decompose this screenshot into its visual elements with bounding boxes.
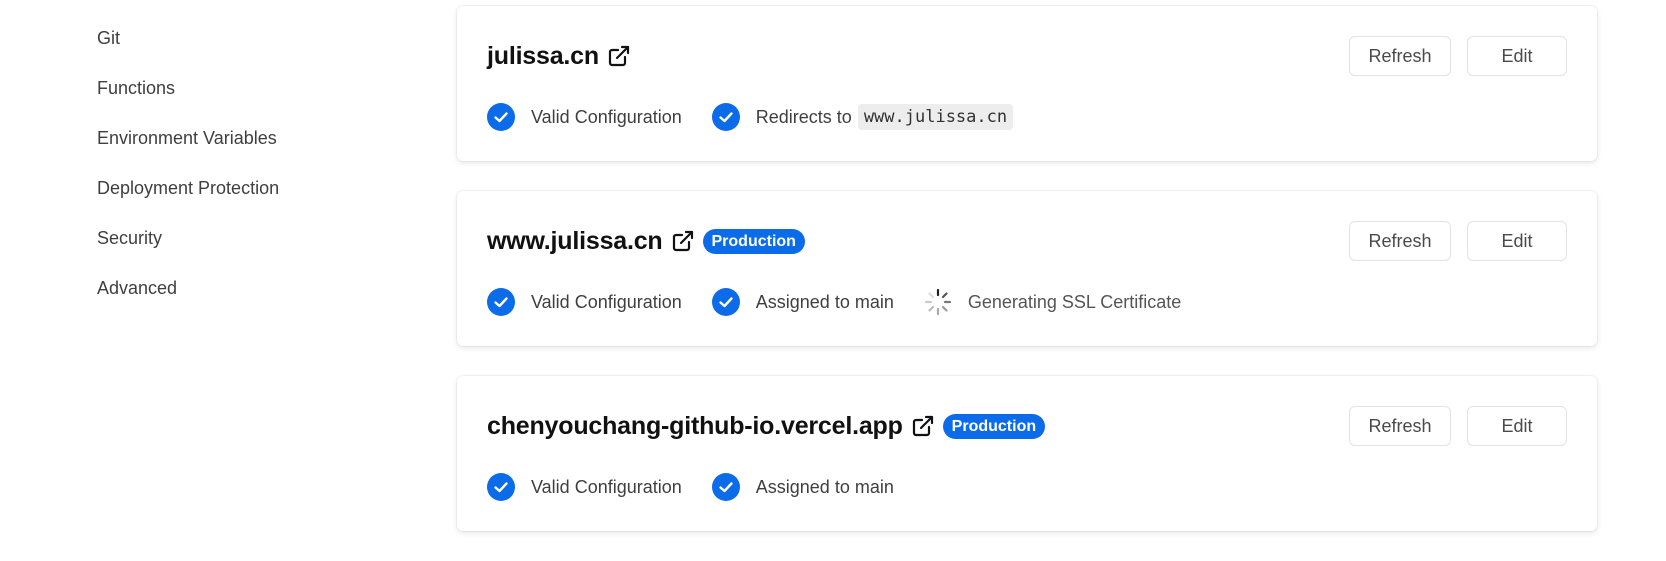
status-row: Valid Configuration Redirects to www.jul… [487, 101, 1043, 133]
sidebar-item-deployment-protection[interactable]: Deployment Protection [97, 174, 397, 224]
sidebar-item-security[interactable]: Security [97, 224, 397, 274]
check-circle-icon [487, 288, 515, 316]
check-circle-icon [487, 473, 515, 501]
domain-name: www.julissa.cn [487, 226, 663, 255]
check-circle-icon [711, 103, 740, 131]
edit-button[interactable]: Edit [1467, 36, 1567, 76]
status-row: Valid Configuration Assigned to main [487, 471, 924, 503]
sidebar-item-functions[interactable]: Functions [97, 74, 397, 124]
redirect-target: www.julissa.cn [857, 104, 1014, 130]
status-item: Assigned to main [711, 473, 894, 501]
external-link-icon[interactable] [911, 414, 935, 438]
edit-button[interactable]: Edit [1467, 406, 1567, 446]
refresh-button[interactable]: Refresh [1349, 36, 1451, 76]
domain-card-header: www.julissa.cn Production [487, 221, 805, 261]
check-circle-icon [487, 103, 515, 131]
domains-list: julissa.cn Refresh Edit Valid Configurat… [457, 6, 1597, 561]
production-badge: Production [702, 228, 805, 254]
domain-card: www.julissa.cn Production Refresh Edit V… [457, 191, 1597, 346]
status-label: Valid Configuration [531, 106, 682, 127]
status-label: Assigned to main [755, 291, 894, 312]
status-label: Redirects to [755, 106, 852, 127]
domain-card: chenyouchang-github-io.vercel.app Produc… [457, 376, 1597, 531]
status-item: Valid Configuration [487, 288, 682, 316]
domain-card: julissa.cn Refresh Edit Valid Configurat… [457, 6, 1597, 161]
status-item: Valid Configuration [487, 103, 682, 131]
settings-sidebar: Git Functions Environment Variables Depl… [97, 24, 397, 324]
sidebar-item-environment-variables[interactable]: Environment Variables [97, 124, 397, 174]
status-label: Generating SSL Certificate [967, 291, 1182, 312]
domain-actions: Refresh Edit [1349, 406, 1567, 446]
status-item: Valid Configuration [487, 473, 682, 501]
external-link-icon[interactable] [607, 44, 631, 68]
refresh-button[interactable]: Refresh [1349, 221, 1451, 261]
domain-actions: Refresh Edit [1349, 36, 1567, 76]
status-label: Valid Configuration [531, 291, 682, 312]
edit-button[interactable]: Edit [1467, 221, 1567, 261]
spinner-icon [924, 288, 952, 316]
domain-card-header: julissa.cn [487, 36, 631, 76]
domain-actions: Refresh Edit [1349, 221, 1567, 261]
check-circle-icon [711, 288, 740, 316]
domain-name: julissa.cn [487, 41, 599, 70]
status-item: Assigned to main [711, 288, 894, 316]
production-badge: Production [942, 413, 1046, 439]
status-label: Assigned to main [755, 476, 894, 497]
domain-card-header: chenyouchang-github-io.vercel.app Produc… [487, 406, 1046, 446]
sidebar-item-git[interactable]: Git [97, 24, 397, 74]
status-label: Valid Configuration [531, 476, 682, 497]
status-item: Generating SSL Certificate [924, 288, 1181, 316]
status-item: Redirects to www.julissa.cn [711, 103, 1014, 131]
refresh-button[interactable]: Refresh [1349, 406, 1451, 446]
domain-name: chenyouchang-github-io.vercel.app [487, 411, 903, 440]
sidebar-item-advanced[interactable]: Advanced [97, 274, 397, 324]
status-row: Valid Configuration Assigned to main [487, 286, 1211, 318]
external-link-icon[interactable] [671, 229, 695, 253]
check-circle-icon [711, 473, 740, 501]
